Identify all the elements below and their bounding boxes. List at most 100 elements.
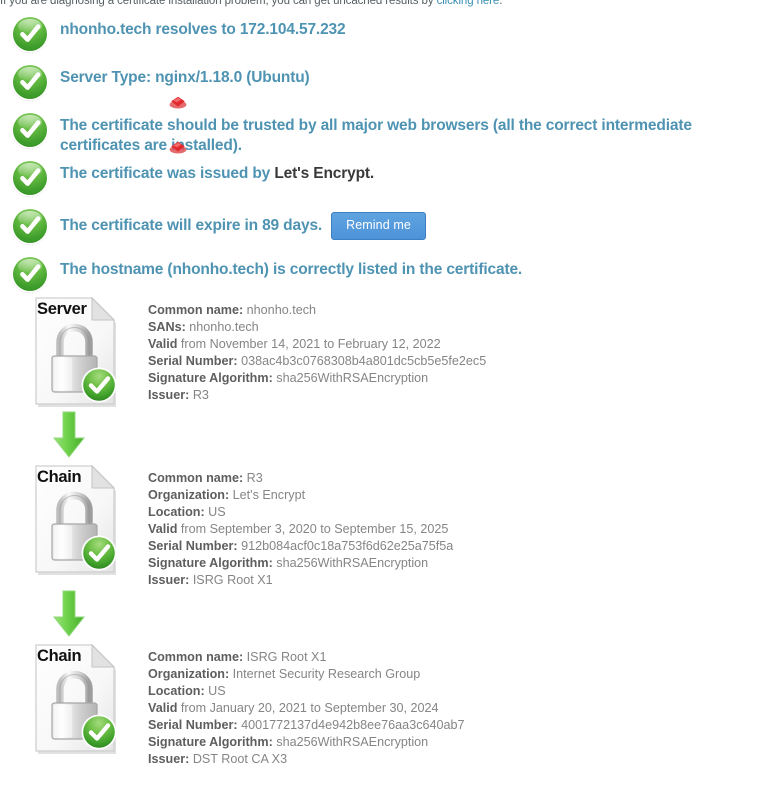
status-message: The certificate was issued by: [60, 165, 275, 182]
cert-detail-value: from November 14, 2021 to February 12, 2…: [180, 337, 441, 351]
cert-detail-value: US: [208, 505, 226, 519]
cert-detail-value: ISRG Root X1: [192, 573, 273, 587]
remind-me-button[interactable]: Remind me: [331, 212, 426, 240]
cert-detail-label: Organization:: [148, 488, 230, 502]
certificate-lock-valid-icon: Chain: [26, 460, 122, 578]
cert-detail-label: Issuer:: [148, 388, 190, 402]
cert-detail-label: Location:: [148, 684, 205, 698]
certificate-icon-cell: Chain: [0, 639, 148, 757]
certificate-lock-valid-icon: Server: [26, 292, 122, 410]
status-row: The certificate will expire in 89 days. R…: [0, 206, 760, 254]
cert-detail-row: Organization: Internet Security Research…: [148, 666, 760, 683]
status-icon-cell: [0, 158, 60, 195]
cert-detail-row: Signature Algorithm: sha256WithRSAEncryp…: [148, 370, 760, 387]
status-icon-cell: [0, 110, 60, 147]
cert-detail-row: Common name: ISRG Root X1: [148, 649, 760, 666]
green-check-icon: [13, 209, 47, 243]
cert-detail-row: Valid from November 14, 2021 to February…: [148, 336, 760, 353]
cert-badge-label: Chain: [37, 647, 82, 665]
cert-detail-value: 038ac4b3c0768308b4a801dc5cb5e5fe2ec5: [241, 354, 487, 368]
cert-detail-label: Signature Algorithm:: [148, 371, 273, 385]
cert-detail-value: from January 20, 2021 to September 30, 2…: [180, 701, 439, 715]
cert-detail-label: Serial Number:: [148, 354, 238, 368]
status-icon-cell: [0, 206, 60, 243]
clicking-here-link[interactable]: clicking here: [437, 0, 500, 7]
cert-detail-label: Serial Number:: [148, 718, 238, 732]
checkmark-glyph: [20, 120, 41, 138]
certificate-block: Server Common name: nhonho.tech SANs: nhon…: [0, 292, 760, 410]
cert-detail-row: Common name: R3: [148, 470, 760, 487]
cert-detail-row: Serial Number: 4001772137d4e942b8ee76aa3…: [148, 717, 760, 734]
cert-detail-row: Common name: nhonho.tech: [148, 302, 760, 319]
cert-detail-value: 912b084acf0c18a753f6d62e25a75f5a: [241, 539, 454, 553]
cert-detail-row: Issuer: ISRG Root X1: [148, 572, 760, 589]
cert-badge-label: Chain: [37, 468, 82, 486]
cert-detail-value: US: [208, 684, 226, 698]
cert-detail-row: Issuer: R3: [148, 387, 760, 404]
certificate-chain: Server Common name: nhonho.tech SANs: nhon…: [0, 292, 760, 768]
status-text-cell: nhonho.tech resolves to 172.104.57.232: [60, 14, 760, 40]
checkmark-glyph: [20, 24, 41, 42]
cert-detail-value: Internet Security Research Group: [232, 667, 421, 681]
certificate-block: Chain Common name: ISRG Root X1 Organizati…: [0, 639, 760, 768]
cert-detail-label: Common name:: [148, 471, 244, 485]
status-message: nhonho.tech resolves to 172.104.57.232: [60, 21, 346, 38]
notice-text-after: .: [499, 0, 503, 7]
checkmark-glyph: [20, 216, 41, 234]
cert-detail-value: sha256WithRSAEncryption: [276, 371, 429, 385]
status-text-cell: The certificate should be trusted by all…: [60, 110, 760, 156]
cert-detail-row: Location: US: [148, 683, 760, 700]
cert-detail-value: DST Root CA X3: [192, 752, 288, 766]
status-text-cell: Server Type: nginx/1.18.0 (Ubuntu): [60, 62, 760, 88]
cert-detail-label: Common name:: [148, 303, 244, 317]
status-icon-cell: [0, 14, 60, 51]
status-message: Server Type: nginx/1.18.0 (Ubuntu): [60, 69, 310, 86]
green-check-icon: [13, 257, 47, 291]
status-row: nhonho.tech resolves to 172.104.57.232: [0, 14, 760, 62]
cert-detail-row: Location: US: [148, 504, 760, 521]
down-arrow-icon: [52, 590, 86, 637]
cert-detail-value: nhonho.tech: [189, 320, 259, 334]
chain-arrow-cell: [0, 410, 148, 460]
cert-detail-value: nhonho.tech: [246, 303, 316, 317]
cert-detail-label: Organization:: [148, 667, 230, 681]
cert-detail-value: from September 3, 2020 to September 15, …: [180, 522, 449, 536]
cert-detail-value: R3: [246, 471, 263, 485]
cert-detail-row: Signature Algorithm: sha256WithRSAEncryp…: [148, 734, 760, 751]
cert-detail-value: ISRG Root X1: [246, 650, 327, 664]
cert-detail-row: Serial Number: 912b084acf0c18a753f6d62e2…: [148, 538, 760, 555]
status-message: The certificate should be trusted by all…: [60, 117, 692, 154]
cert-detail-row: Organization: Let's Encrypt: [148, 487, 760, 504]
checkmark-glyph: [20, 264, 41, 282]
cert-detail-row: Valid from January 20, 2021 to September…: [148, 700, 760, 717]
green-check-icon: [13, 113, 47, 147]
cert-detail-value: Let's Encrypt: [232, 488, 306, 502]
cert-detail-value: R3: [192, 388, 209, 402]
certificate-lock-valid-icon: Chain: [26, 639, 122, 757]
cert-detail-label: Serial Number:: [148, 539, 238, 553]
status-emphasis: Let's Encrypt.: [274, 165, 375, 182]
cert-detail-row: Valid from September 3, 2020 to Septembe…: [148, 521, 760, 538]
green-check-icon: [13, 65, 47, 99]
status-icon-cell: [0, 62, 60, 99]
cert-detail-value: sha256WithRSAEncryption: [276, 556, 429, 570]
status-text-cell: The certificate will expire in 89 days. R…: [60, 206, 760, 240]
chain-connector: [0, 589, 760, 639]
cert-detail-row: Issuer: DST Root CA X3: [148, 751, 760, 768]
checkmark-glyph: [20, 72, 41, 90]
cert-detail-row: Signature Algorithm: sha256WithRSAEncryp…: [148, 555, 760, 572]
notice-text-before: If you are diagnosing a certificate inst…: [0, 0, 437, 7]
chain-arrow-cell: [0, 589, 148, 639]
cert-detail-label: Common name:: [148, 650, 244, 664]
cert-detail-row: Serial Number: 038ac4b3c0768308b4a801dc5…: [148, 353, 760, 370]
cert-detail-label: SANs:: [148, 320, 186, 334]
cert-detail-label: Signature Algorithm:: [148, 556, 273, 570]
green-check-icon: [13, 161, 47, 195]
certificate-details: Common name: R3 Organization: Let's Encry…: [148, 460, 760, 589]
certificate-icon-cell: Server: [0, 292, 148, 410]
cert-detail-label: Valid: [148, 337, 178, 351]
status-text-cell: The certificate was issued by Let's Encr…: [60, 158, 760, 184]
status-message: The hostname (nhonho.tech) is correctly …: [60, 261, 523, 278]
status-row: Server Type: nginx/1.18.0 (Ubuntu): [0, 62, 760, 110]
cert-detail-label: Valid: [148, 522, 178, 536]
